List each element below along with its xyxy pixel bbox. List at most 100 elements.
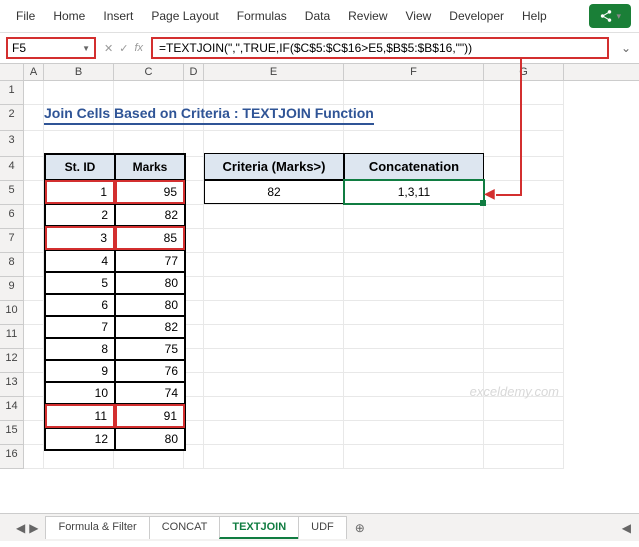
row-header[interactable]: 14 xyxy=(0,397,24,421)
menu-review[interactable]: Review xyxy=(340,5,395,27)
col-header-g[interactable]: G xyxy=(484,64,564,80)
row-header[interactable]: 16 xyxy=(0,445,24,469)
cell[interactable] xyxy=(484,253,564,277)
cell[interactable] xyxy=(344,301,484,325)
cell-stid[interactable]: 4 xyxy=(45,250,115,272)
cell[interactable] xyxy=(484,421,564,445)
cell[interactable] xyxy=(24,301,44,325)
cell[interactable] xyxy=(344,445,484,469)
cell-stid[interactable]: 11 xyxy=(45,404,115,428)
cell-stid[interactable]: 1 xyxy=(45,180,115,204)
fx-icon[interactable]: fx xyxy=(134,42,143,54)
cell-stid[interactable]: 3 xyxy=(45,226,115,250)
sheet-tab[interactable]: Formula & Filter xyxy=(45,516,149,539)
cell[interactable] xyxy=(204,373,344,397)
share-button[interactable]: ▾ xyxy=(589,4,631,28)
cell[interactable] xyxy=(24,397,44,421)
cell[interactable] xyxy=(344,229,484,253)
cell[interactable] xyxy=(484,445,564,469)
cell[interactable] xyxy=(184,301,204,325)
cell[interactable] xyxy=(204,301,344,325)
row-header[interactable]: 1 xyxy=(0,81,24,105)
cell[interactable] xyxy=(484,397,564,421)
col-header-b[interactable]: B xyxy=(44,64,114,80)
cell[interactable] xyxy=(44,81,114,105)
cell[interactable] xyxy=(184,397,204,421)
cell[interactable] xyxy=(184,253,204,277)
cell-marks[interactable]: 82 xyxy=(115,316,185,338)
cell[interactable] xyxy=(184,421,204,445)
cell[interactable] xyxy=(484,81,564,105)
cell[interactable] xyxy=(484,157,564,181)
criteria-value-cell[interactable]: 82 xyxy=(204,180,344,204)
cell-stid[interactable]: 5 xyxy=(45,272,115,294)
expand-formula-icon[interactable]: ⌄ xyxy=(621,41,631,55)
sheet-tab[interactable]: UDF xyxy=(298,516,347,539)
menu-page-layout[interactable]: Page Layout xyxy=(143,5,226,27)
select-all-corner[interactable] xyxy=(0,64,24,80)
row-header[interactable]: 2 xyxy=(0,105,24,131)
sheet-tab[interactable]: CONCAT xyxy=(149,516,221,539)
cell[interactable] xyxy=(484,301,564,325)
cell[interactable] xyxy=(484,229,564,253)
cell[interactable] xyxy=(484,181,564,205)
menu-home[interactable]: Home xyxy=(45,5,93,27)
cell[interactable] xyxy=(344,349,484,373)
col-header-f[interactable]: F xyxy=(344,64,484,80)
row-header[interactable]: 13 xyxy=(0,373,24,397)
cell[interactable] xyxy=(204,421,344,445)
menu-insert[interactable]: Insert xyxy=(95,5,141,27)
cell[interactable] xyxy=(24,445,44,469)
cell[interactable] xyxy=(24,157,44,181)
row-header[interactable]: 10 xyxy=(0,301,24,325)
cancel-icon[interactable]: ✕ xyxy=(104,42,113,55)
cell-marks[interactable]: 82 xyxy=(115,204,185,226)
cell[interactable] xyxy=(184,445,204,469)
row-header[interactable]: 9 xyxy=(0,277,24,301)
cell[interactable] xyxy=(184,349,204,373)
cell-stid[interactable]: 9 xyxy=(45,360,115,382)
cell-stid[interactable]: 12 xyxy=(45,428,115,450)
cell[interactable] xyxy=(484,205,564,229)
cell[interactable] xyxy=(204,277,344,301)
cell[interactable] xyxy=(344,81,484,105)
cell[interactable] xyxy=(344,253,484,277)
cell[interactable] xyxy=(184,131,204,157)
tab-scroll-icon[interactable]: ◀ xyxy=(622,521,631,535)
cell-stid[interactable]: 7 xyxy=(45,316,115,338)
cell-stid[interactable]: 8 xyxy=(45,338,115,360)
col-header-d[interactable]: D xyxy=(184,64,204,80)
row-header[interactable]: 3 xyxy=(0,131,24,157)
cell[interactable] xyxy=(484,349,564,373)
cell[interactable] xyxy=(484,131,564,157)
cell[interactable] xyxy=(184,157,204,181)
accept-icon[interactable]: ✓ xyxy=(119,42,128,55)
cell-stid[interactable]: 10 xyxy=(45,382,115,404)
cell-marks[interactable]: 85 xyxy=(115,226,185,250)
row-header[interactable]: 7 xyxy=(0,229,24,253)
cell[interactable] xyxy=(204,229,344,253)
cell[interactable] xyxy=(344,373,484,397)
cell[interactable] xyxy=(184,205,204,229)
cell[interactable] xyxy=(24,421,44,445)
cell[interactable] xyxy=(24,325,44,349)
cell[interactable] xyxy=(204,445,344,469)
cell[interactable] xyxy=(344,421,484,445)
cell-marks[interactable]: 80 xyxy=(115,294,185,316)
cell[interactable] xyxy=(344,325,484,349)
col-header-e[interactable]: E xyxy=(204,64,344,80)
cell[interactable] xyxy=(184,81,204,105)
cell-marks[interactable]: 75 xyxy=(115,338,185,360)
cell[interactable] xyxy=(24,253,44,277)
cell[interactable] xyxy=(24,373,44,397)
cell[interactable] xyxy=(344,277,484,301)
cell[interactable] xyxy=(204,397,344,421)
cell[interactable] xyxy=(114,81,184,105)
col-header-a[interactable]: A xyxy=(24,64,44,80)
menu-help[interactable]: Help xyxy=(514,5,555,27)
menu-file[interactable]: File xyxy=(8,5,43,27)
cell[interactable] xyxy=(484,277,564,301)
cell[interactable] xyxy=(204,253,344,277)
cell-marks[interactable]: 91 xyxy=(115,404,185,428)
cell[interactable] xyxy=(24,181,44,205)
